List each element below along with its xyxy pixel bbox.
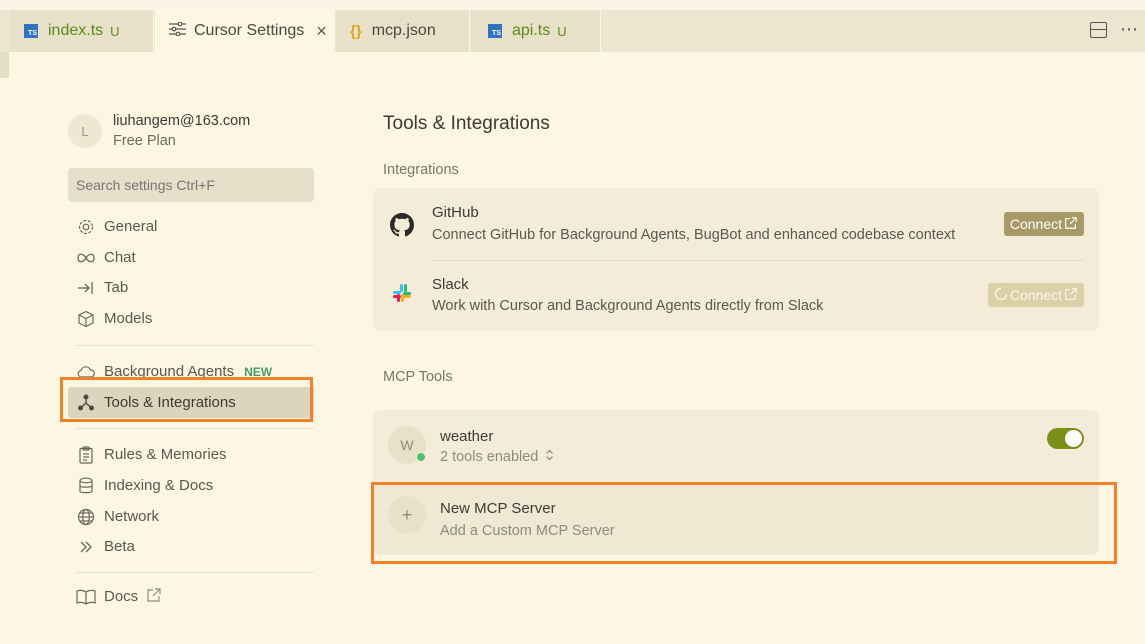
- button-label: Connect: [1009, 216, 1062, 232]
- sidebar-item-label: Indexing & Docs: [104, 477, 214, 494]
- close-icon[interactable]: ×: [316, 21, 327, 42]
- sidebar-item-label: Tab: [104, 279, 129, 296]
- unsaved-badge: U: [557, 23, 567, 39]
- user-profile: L liuhangem@163.com Free Plan: [68, 113, 250, 149]
- more-actions-icon[interactable]: ⋯: [1120, 19, 1138, 40]
- sidebar-item-general[interactable]: General: [68, 211, 314, 242]
- mcp-server-row-weather[interactable]: W weather 2 tools enabled: [373, 410, 1099, 482]
- tab-label: index.ts: [48, 22, 104, 39]
- globe-icon: [76, 507, 96, 527]
- sidebar-item-chat[interactable]: Chat: [68, 242, 314, 273]
- avatar: L: [68, 114, 102, 148]
- json-file-icon: {}: [350, 22, 362, 40]
- mcp-tools-section-label: MCP Tools: [383, 369, 453, 385]
- integration-description: Connect GitHub for Background Agents, Bu…: [432, 227, 956, 243]
- tab-label: Cursor Settings: [194, 22, 305, 39]
- sidebar-item-indexing-docs[interactable]: Indexing & Docs: [68, 470, 314, 501]
- integration-description: Work with Cursor and Background Agents d…: [432, 298, 824, 314]
- integration-row-slack: Slack Work with Cursor and Background Ag…: [373, 260, 1099, 331]
- sidebar-item-label: General: [104, 218, 158, 235]
- sidebar-item-label: Network: [104, 508, 160, 525]
- user-plan: Free Plan: [113, 133, 176, 149]
- tab-cursor-settings[interactable]: Cursor Settings ×: [155, 10, 335, 52]
- sidebar-item-models[interactable]: Models: [68, 303, 314, 334]
- external-link-icon: [146, 587, 162, 607]
- tab-label: mcp.json: [371, 22, 436, 39]
- integration-row-github: GitHub Connect GitHub for Background Age…: [373, 188, 1099, 260]
- tools-enabled-dropdown[interactable]: 2 tools enabled: [440, 449, 554, 465]
- sidebar-divider: [76, 572, 314, 573]
- ts-file-icon: TS: [488, 24, 502, 38]
- integration-name: GitHub: [432, 204, 479, 221]
- tab-mcp-json[interactable]: {} mcp.json: [336, 10, 470, 52]
- gear-icon: [76, 217, 96, 237]
- database-icon: [76, 476, 96, 496]
- status-online-dot: [416, 452, 426, 462]
- button-label: Connect: [1009, 287, 1062, 303]
- ts-file-icon: TS: [24, 24, 38, 38]
- sidebar-item-label: Chat: [104, 249, 136, 266]
- external-link-icon: [1064, 287, 1078, 304]
- loading-spinner-icon: [994, 287, 1008, 304]
- tab-api-ts[interactable]: TS api.ts U: [471, 10, 601, 52]
- server-enabled-toggle[interactable]: [1047, 428, 1084, 449]
- slack-connect-button[interactable]: Connect: [987, 283, 1084, 307]
- cube-icon: [76, 309, 96, 329]
- integrations-card: GitHub Connect GitHub for Background Age…: [373, 188, 1099, 331]
- arrow-to-right-icon: [76, 278, 96, 298]
- split-layout-icon[interactable]: [1090, 22, 1107, 38]
- infinity-icon: [76, 248, 96, 268]
- page-title: Tools & Integrations: [383, 113, 550, 134]
- server-name: weather: [440, 428, 494, 445]
- scroll-indicator: [0, 52, 9, 78]
- sidebar-item-label: Docs: [104, 588, 139, 605]
- highlight-box-tools-nav: [60, 377, 313, 422]
- unsaved-badge: U: [110, 23, 120, 39]
- sidebar-divider: [76, 428, 314, 429]
- sidebar-item-tab[interactable]: Tab: [68, 272, 314, 303]
- external-link-icon: [1064, 216, 1078, 233]
- settings-sliders-icon: [169, 21, 186, 41]
- sidebar-item-docs[interactable]: Docs: [68, 581, 314, 612]
- integrations-section-label: Integrations: [383, 162, 459, 178]
- sidebar-item-rules-memories[interactable]: Rules & Memories: [68, 439, 314, 470]
- sidebar-item-network[interactable]: Network: [68, 501, 314, 532]
- tab-label: api.ts: [512, 22, 551, 39]
- chevron-up-down-icon: [545, 449, 554, 465]
- sidebar-item-label: Rules & Memories: [104, 446, 227, 463]
- highlight-box-new-mcp-server: [371, 482, 1117, 564]
- sidebar-item-label: Beta: [104, 538, 135, 555]
- sidebar-divider: [76, 345, 314, 346]
- slack-icon: [392, 283, 412, 308]
- clipboard-icon: [76, 445, 96, 465]
- toggle-knob: [1065, 430, 1082, 447]
- integration-name: Slack: [432, 276, 469, 293]
- book-icon: [76, 587, 96, 607]
- user-email: liuhangem@163.com: [113, 113, 251, 129]
- search-settings-input[interactable]: [68, 168, 314, 202]
- tools-enabled-text: 2 tools enabled: [440, 449, 539, 465]
- sidebar-item-label: Models: [104, 310, 153, 327]
- tab-index-ts[interactable]: TS index.ts U: [10, 10, 154, 52]
- double-chevron-icon: [76, 537, 96, 557]
- sidebar-item-beta[interactable]: Beta: [68, 531, 314, 562]
- github-icon: [390, 213, 414, 242]
- github-connect-button[interactable]: Connect: [1003, 212, 1084, 236]
- tab-bar: TS index.ts U Cursor Settings × {} mcp.j…: [0, 0, 1145, 52]
